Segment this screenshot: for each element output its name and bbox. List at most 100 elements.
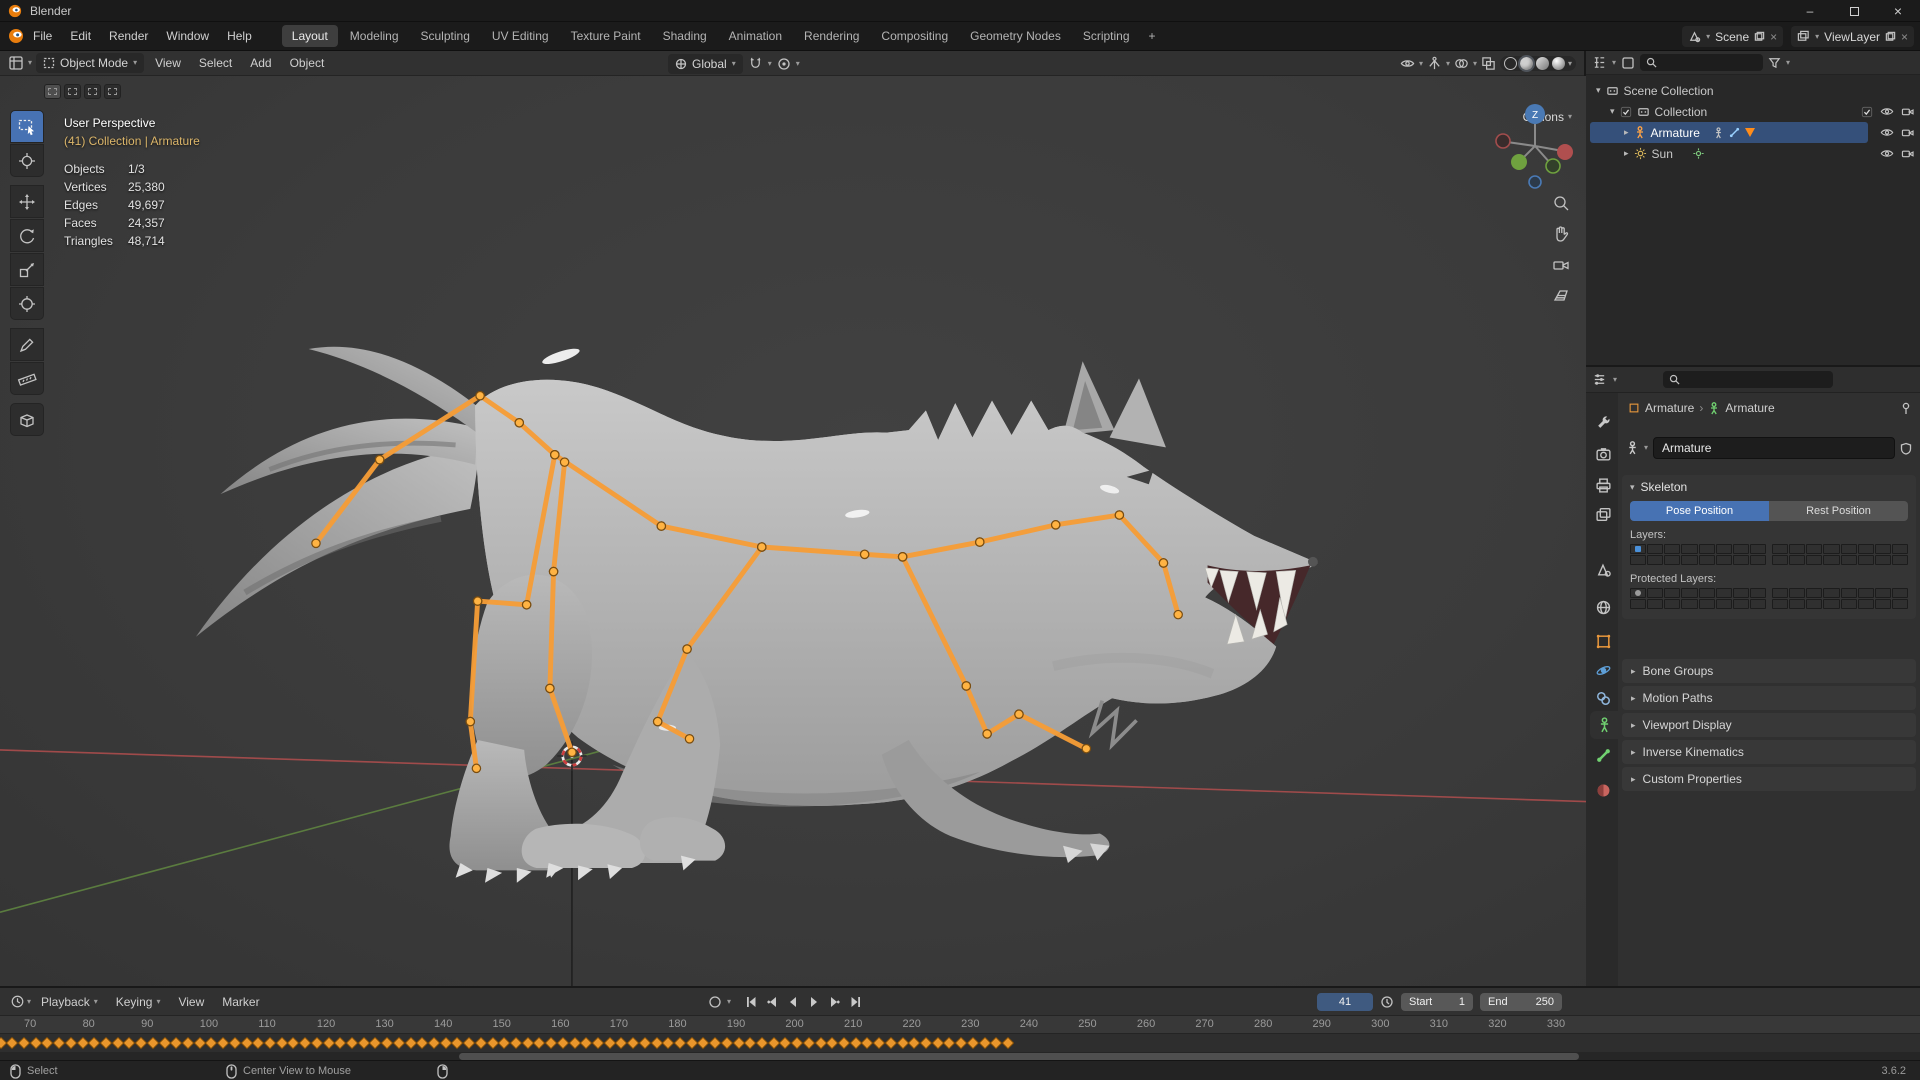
minimize-button[interactable]: – [1788,0,1832,22]
shading-solid-icon[interactable] [1517,55,1535,72]
add-cube-tool[interactable] [10,403,44,436]
layer-toggle[interactable] [1749,599,1766,609]
keyframe-diamond[interactable] [17,1036,31,1050]
properties-search-input[interactable] [1684,373,1781,386]
keyframe-diamond[interactable] [802,1036,816,1050]
workspace-tab[interactable]: Layout [281,25,338,47]
keyframe-diamond[interactable] [263,1036,277,1050]
layer-toggle[interactable] [1749,544,1766,554]
transform-orientation-dropdown[interactable]: Global ▾ [668,53,743,74]
tool-option-icon[interactable] [104,84,121,99]
keyframe-diamond[interactable] [310,1036,324,1050]
cursor-tool[interactable] [10,144,44,177]
panel-motion-paths[interactable]: ▸ Motion Paths [1622,686,1916,710]
bone-joint[interactable] [974,537,985,547]
layer-toggle[interactable] [1840,544,1857,554]
bone-joint[interactable] [548,566,559,577]
tab-object-data[interactable] [1590,711,1618,739]
keyframe-diamond[interactable] [790,1036,804,1050]
layer-toggle[interactable] [1857,588,1874,598]
keyframe-diamond[interactable] [884,1036,898,1050]
bone-joint[interactable] [1081,743,1092,754]
mode-dropdown[interactable]: Object Mode ▾ [36,53,145,73]
layer-toggle[interactable] [1840,555,1857,565]
layer-toggle[interactable] [1840,588,1857,598]
jump-to-start-button[interactable] [742,993,760,1011]
bone-joint[interactable] [1114,510,1125,520]
layer-toggle[interactable] [1732,588,1749,598]
layer-toggle[interactable] [1789,588,1806,598]
tab-tool[interactable] [1588,408,1618,436]
tool-option-icon[interactable] [64,84,81,99]
panel-viewport-display[interactable]: ▸ Viewport Display [1622,713,1916,737]
scene-selector[interactable]: ▾ Scene × [1682,26,1784,47]
layer-toggle[interactable] [1891,544,1908,554]
timeline-menu-keying[interactable]: Keying ▾ [108,995,169,1009]
outliner-editor-icon[interactable] [1592,55,1607,70]
tab-world[interactable] [1588,593,1618,621]
add-workspace-button[interactable]: + [1141,27,1164,45]
layer-toggle[interactable] [1698,588,1715,598]
layer-toggle[interactable] [1681,599,1698,609]
close-button[interactable]: × [1876,0,1920,22]
layer-toggle[interactable] [1857,555,1874,565]
shading-material-icon[interactable] [1535,57,1549,70]
workspace-tab[interactable]: Rendering [794,25,869,47]
frame-end-field[interactable]: End 250 [1480,993,1562,1011]
layer-toggle[interactable] [1840,599,1857,609]
keyframe-diamond[interactable] [673,1036,687,1050]
layer-toggle[interactable] [1772,544,1789,554]
layer-toggle[interactable] [1874,544,1891,554]
breadcrumb-object[interactable]: Armature [1645,401,1694,415]
viewport-canvas[interactable]: User Perspective (41) Collection | Armat… [0,76,1586,986]
layer-toggle[interactable] [1806,599,1823,609]
skeleton-panel-header[interactable]: ▾ Skeleton [1622,475,1916,499]
workspace-tab[interactable]: Modeling [340,25,409,47]
camera-icon[interactable] [1901,148,1914,159]
menu-help[interactable]: Help [218,22,261,51]
navigation-gizmo[interactable]: Z [1489,100,1581,192]
layer-toggle[interactable] [1823,599,1840,609]
layer-toggle[interactable] [1891,555,1908,565]
layer-toggle[interactable] [1891,599,1908,609]
layer-toggle[interactable] [1857,599,1874,609]
keyframe-diamond[interactable] [638,1036,652,1050]
layer-toggle[interactable] [1647,599,1664,609]
checkbox-icon[interactable] [1861,106,1873,118]
outliner-row-sun[interactable]: ▸ Sun [1586,143,1920,164]
bone-joint[interactable] [897,552,908,562]
keyframe-diamond[interactable] [966,1036,980,1050]
frame-start-field[interactable]: Start 1 [1401,993,1473,1011]
pan-hand-icon[interactable] [1552,225,1570,243]
keyframe-diamond[interactable] [134,1036,148,1050]
layer-toggle[interactable] [1732,544,1749,554]
editor-type-icon[interactable] [8,55,24,71]
layer-toggle[interactable] [1732,555,1749,565]
layer-toggle[interactable] [1681,555,1698,565]
layer-toggle[interactable] [1749,555,1766,565]
layer-toggle[interactable] [1664,599,1681,609]
panel-bone-groups[interactable]: ▸ Bone Groups [1622,659,1916,683]
keyframe-diamond[interactable] [544,1036,558,1050]
bone-joint[interactable] [656,521,667,531]
wolf-model[interactable] [195,346,1318,883]
tool-option-icon[interactable] [84,84,101,99]
chevron-down-icon[interactable]: ▾ [1786,58,1790,67]
properties-search[interactable] [1663,371,1834,388]
annotate-tool[interactable] [10,328,44,361]
filter-icon[interactable] [1768,56,1781,69]
keyframe-diamond[interactable] [919,1036,933,1050]
bone-joint[interactable] [982,729,992,739]
layer-toggle[interactable] [1698,544,1715,554]
bone-joint[interactable] [475,390,485,401]
toggle-perspective-icon[interactable] [1552,287,1570,305]
viewport-menu-add[interactable]: Add [243,56,278,70]
layer-toggle[interactable] [1823,555,1840,565]
layer-toggle[interactable] [1664,555,1681,565]
eye-icon[interactable] [1880,148,1894,159]
move-tool[interactable] [10,185,44,218]
layer-toggle[interactable] [1698,555,1715,565]
bone-joint[interactable] [1050,520,1061,530]
layer-toggle[interactable] [1749,588,1766,598]
shield-fake-user-icon[interactable] [1900,442,1912,455]
